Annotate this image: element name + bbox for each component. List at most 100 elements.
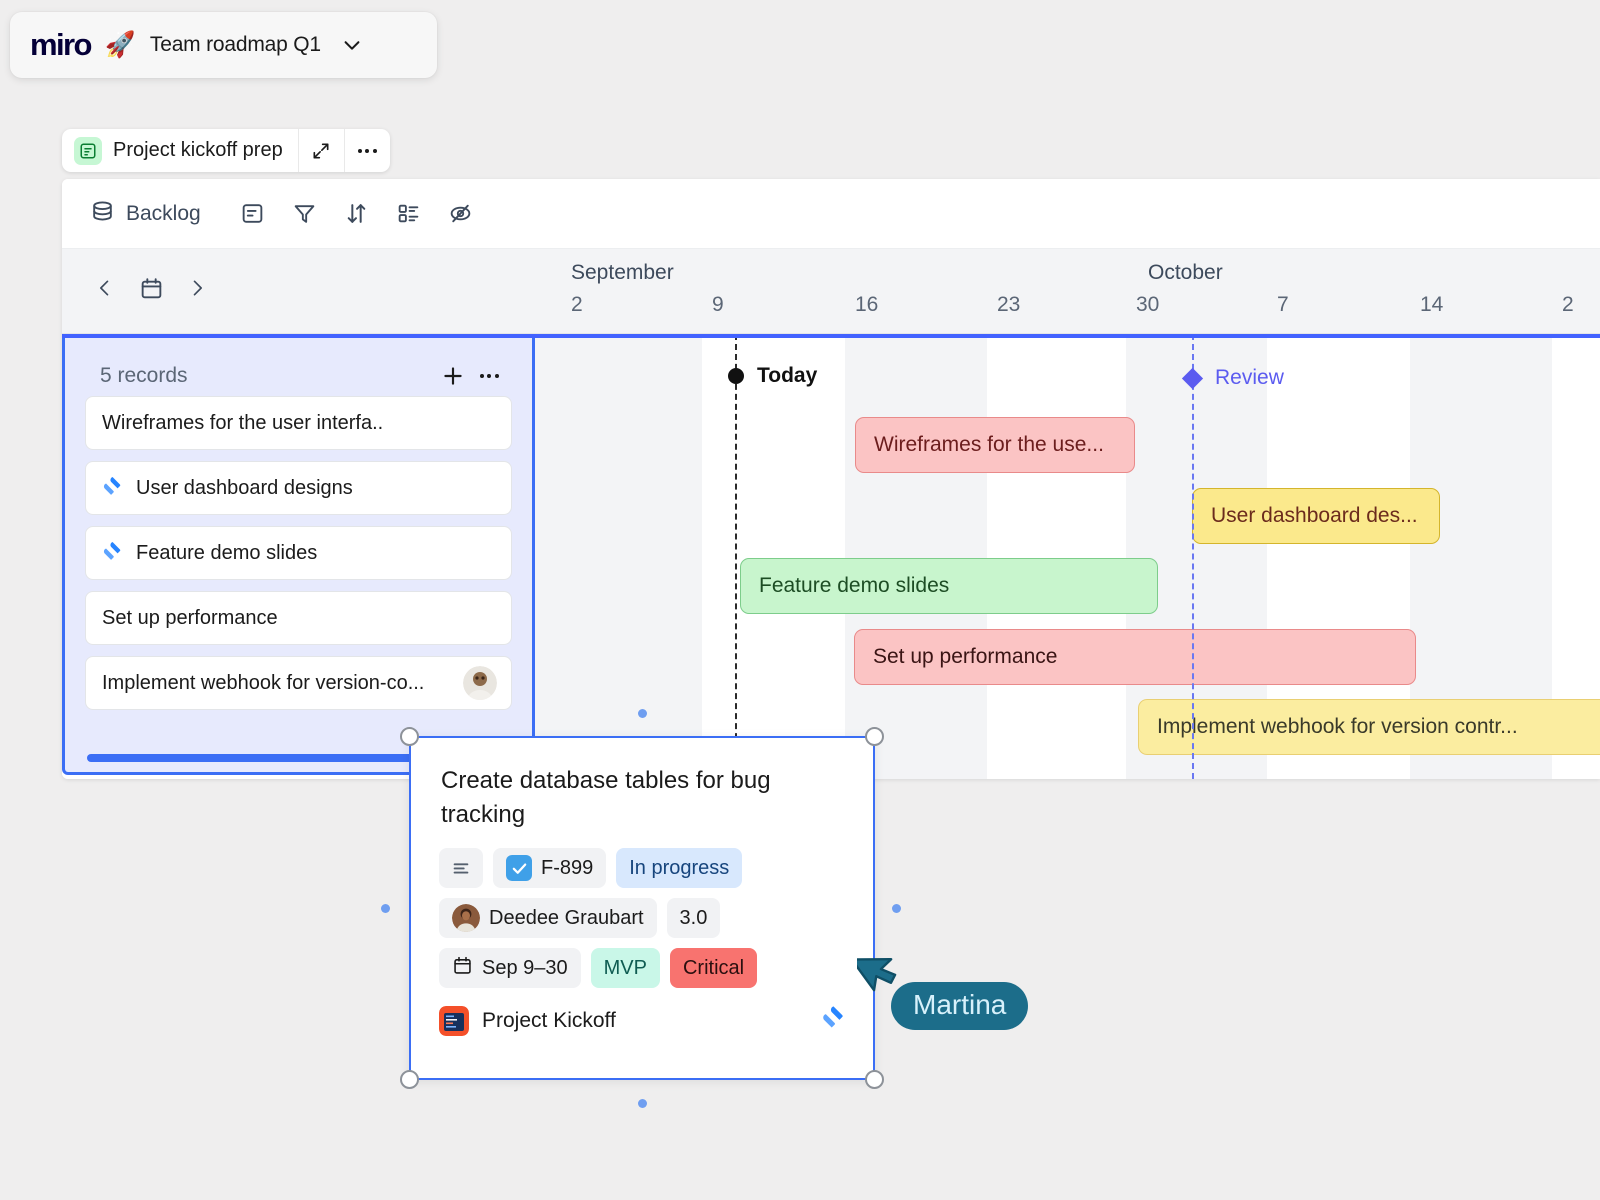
- database-label: Backlog: [126, 202, 201, 226]
- miro-logo: miro: [30, 27, 91, 63]
- description-icon[interactable]: [439, 848, 483, 888]
- chevron-left-icon[interactable]: [90, 271, 120, 305]
- anchor-dot-right[interactable]: [892, 904, 901, 913]
- task-detail-card[interactable]: Create database tables for bug tracking …: [409, 736, 875, 1080]
- status-badge[interactable]: In progress: [616, 848, 742, 888]
- record-label: Wireframes for the user interfa..: [102, 412, 383, 435]
- day-tick-label: 23: [997, 293, 1020, 317]
- frame-chip[interactable]: Project kickoff prep: [62, 129, 390, 172]
- jira-icon: [821, 1004, 847, 1035]
- hide-fields-button[interactable]: [435, 194, 487, 234]
- gantt-bar[interactable]: Wireframes for the use...: [855, 417, 1135, 473]
- task-source-row[interactable]: Project Kickoff: [411, 988, 873, 1036]
- resize-handle-tl[interactable]: [400, 727, 419, 746]
- record-row[interactable]: Wireframes for the user interfa..: [85, 396, 512, 450]
- board-title[interactable]: Team roadmap Q1: [150, 33, 321, 57]
- collaborator-cursor: Martina: [857, 944, 901, 1001]
- database-icon: [90, 199, 115, 229]
- record-label: Implement webhook for version-co...: [102, 672, 424, 695]
- task-row-dates: Sep 9–30 MVP Critical: [439, 948, 845, 988]
- filter-button[interactable]: [279, 194, 331, 234]
- miro-top-bar[interactable]: miro 🚀 Team roadmap Q1: [10, 12, 437, 78]
- project-kickoff-icon: [439, 1006, 469, 1036]
- timeline-body: Today Review Wireframes for the use... Use…: [62, 334, 1600, 779]
- gantt-bar[interactable]: Set up performance: [854, 629, 1416, 685]
- anchor-dot-left[interactable]: [381, 904, 390, 913]
- record-label: User dashboard designs: [136, 477, 353, 500]
- review-marker[interactable]: Review: [1185, 366, 1284, 390]
- sort-button[interactable]: [331, 194, 383, 234]
- tag-mvp[interactable]: MVP: [591, 948, 660, 988]
- resize-handle-tr[interactable]: [865, 727, 884, 746]
- card-view-button[interactable]: [227, 194, 279, 234]
- week-band: [845, 334, 987, 779]
- task-row-status: F-899 In progress: [439, 848, 845, 888]
- ticket-id-pill[interactable]: F-899: [493, 848, 606, 888]
- expand-icon[interactable]: [298, 129, 344, 172]
- timeline-date-header: SeptemberOctober 291623307142: [62, 249, 1600, 334]
- task-row-assignee: Deedee Graubart 3.0: [439, 898, 845, 938]
- day-tick-label: 2: [571, 293, 583, 317]
- record-row[interactable]: User dashboard designs: [85, 461, 512, 515]
- records-list: Wireframes for the user interfa.. User da…: [65, 396, 532, 710]
- plus-icon[interactable]: [436, 359, 470, 393]
- story-points-pill[interactable]: 3.0: [667, 898, 721, 938]
- task-fields: F-899 In progress Deedee Graubart 3.0: [411, 832, 873, 988]
- chevron-right-icon[interactable]: [182, 271, 212, 305]
- review-marker-line: [1192, 334, 1194, 779]
- gantt-bar[interactable]: Feature demo slides: [740, 558, 1158, 614]
- records-panel: 5 records Wireframes for the user interf…: [62, 334, 535, 775]
- ticket-id-label: F-899: [541, 857, 593, 880]
- rocket-icon: 🚀: [104, 32, 136, 58]
- assignee-pill[interactable]: Deedee Graubart: [439, 898, 657, 938]
- user-avatar: [452, 904, 480, 932]
- cursor-name-label: Martina: [891, 982, 1028, 1030]
- more-options-icon[interactable]: [470, 359, 508, 393]
- review-marker-label: Review: [1215, 366, 1284, 390]
- frame-chip-label: Project kickoff prep: [113, 139, 283, 162]
- today-marker-line: [735, 334, 737, 779]
- table-app-icon: [74, 137, 102, 165]
- fields-button[interactable]: [383, 194, 435, 234]
- record-row[interactable]: Set up performance: [85, 591, 512, 645]
- day-tick-label: 9: [712, 293, 724, 317]
- calendar-icon[interactable]: [136, 271, 166, 305]
- task-source-label: Project Kickoff: [482, 1009, 616, 1033]
- anchor-dot-bottom[interactable]: [638, 1099, 647, 1108]
- week-band: [535, 334, 702, 779]
- chevron-down-icon[interactable]: [341, 34, 363, 56]
- records-header: 5 records: [65, 334, 532, 396]
- calendar-icon: [452, 955, 473, 982]
- record-label: Set up performance: [102, 607, 278, 630]
- resize-handle-bl[interactable]: [400, 1070, 419, 1089]
- records-count: 5 records: [100, 364, 436, 388]
- more-options-icon[interactable]: [344, 129, 390, 172]
- jira-icon: [102, 540, 124, 567]
- app-panel: Backlog: [62, 179, 1600, 779]
- database-selector[interactable]: Backlog: [90, 199, 201, 229]
- day-tick-label: 2: [1562, 293, 1574, 317]
- today-dot-icon: [728, 368, 744, 384]
- day-tick-label: 30: [1136, 293, 1159, 317]
- today-marker[interactable]: Today: [728, 364, 817, 388]
- month-label: September: [571, 261, 674, 285]
- gantt-bar[interactable]: Implement webhook for version contr...: [1138, 699, 1600, 755]
- checkbox-checked-icon[interactable]: [506, 855, 532, 881]
- month-label: October: [1148, 261, 1223, 285]
- date-range-pill[interactable]: Sep 9–30: [439, 948, 581, 988]
- record-label: Feature demo slides: [136, 542, 317, 565]
- day-tick-label: 14: [1420, 293, 1443, 317]
- cursor-pointer-icon: [857, 944, 901, 996]
- timeline-nav: [90, 271, 212, 305]
- tag-priority[interactable]: Critical: [670, 948, 757, 988]
- anchor-dot-top[interactable]: [638, 709, 647, 718]
- resize-handle-br[interactable]: [865, 1070, 884, 1089]
- record-row[interactable]: Implement webhook for version-co...: [85, 656, 512, 710]
- record-row[interactable]: Feature demo slides: [85, 526, 512, 580]
- timeline-top-rail: [62, 334, 1600, 338]
- day-tick-label: 7: [1277, 293, 1289, 317]
- jira-icon: [102, 475, 124, 502]
- gantt-bar[interactable]: User dashboard des...: [1192, 488, 1440, 544]
- frame-chip-main[interactable]: Project kickoff prep: [62, 129, 298, 172]
- assignee-name: Deedee Graubart: [489, 907, 644, 930]
